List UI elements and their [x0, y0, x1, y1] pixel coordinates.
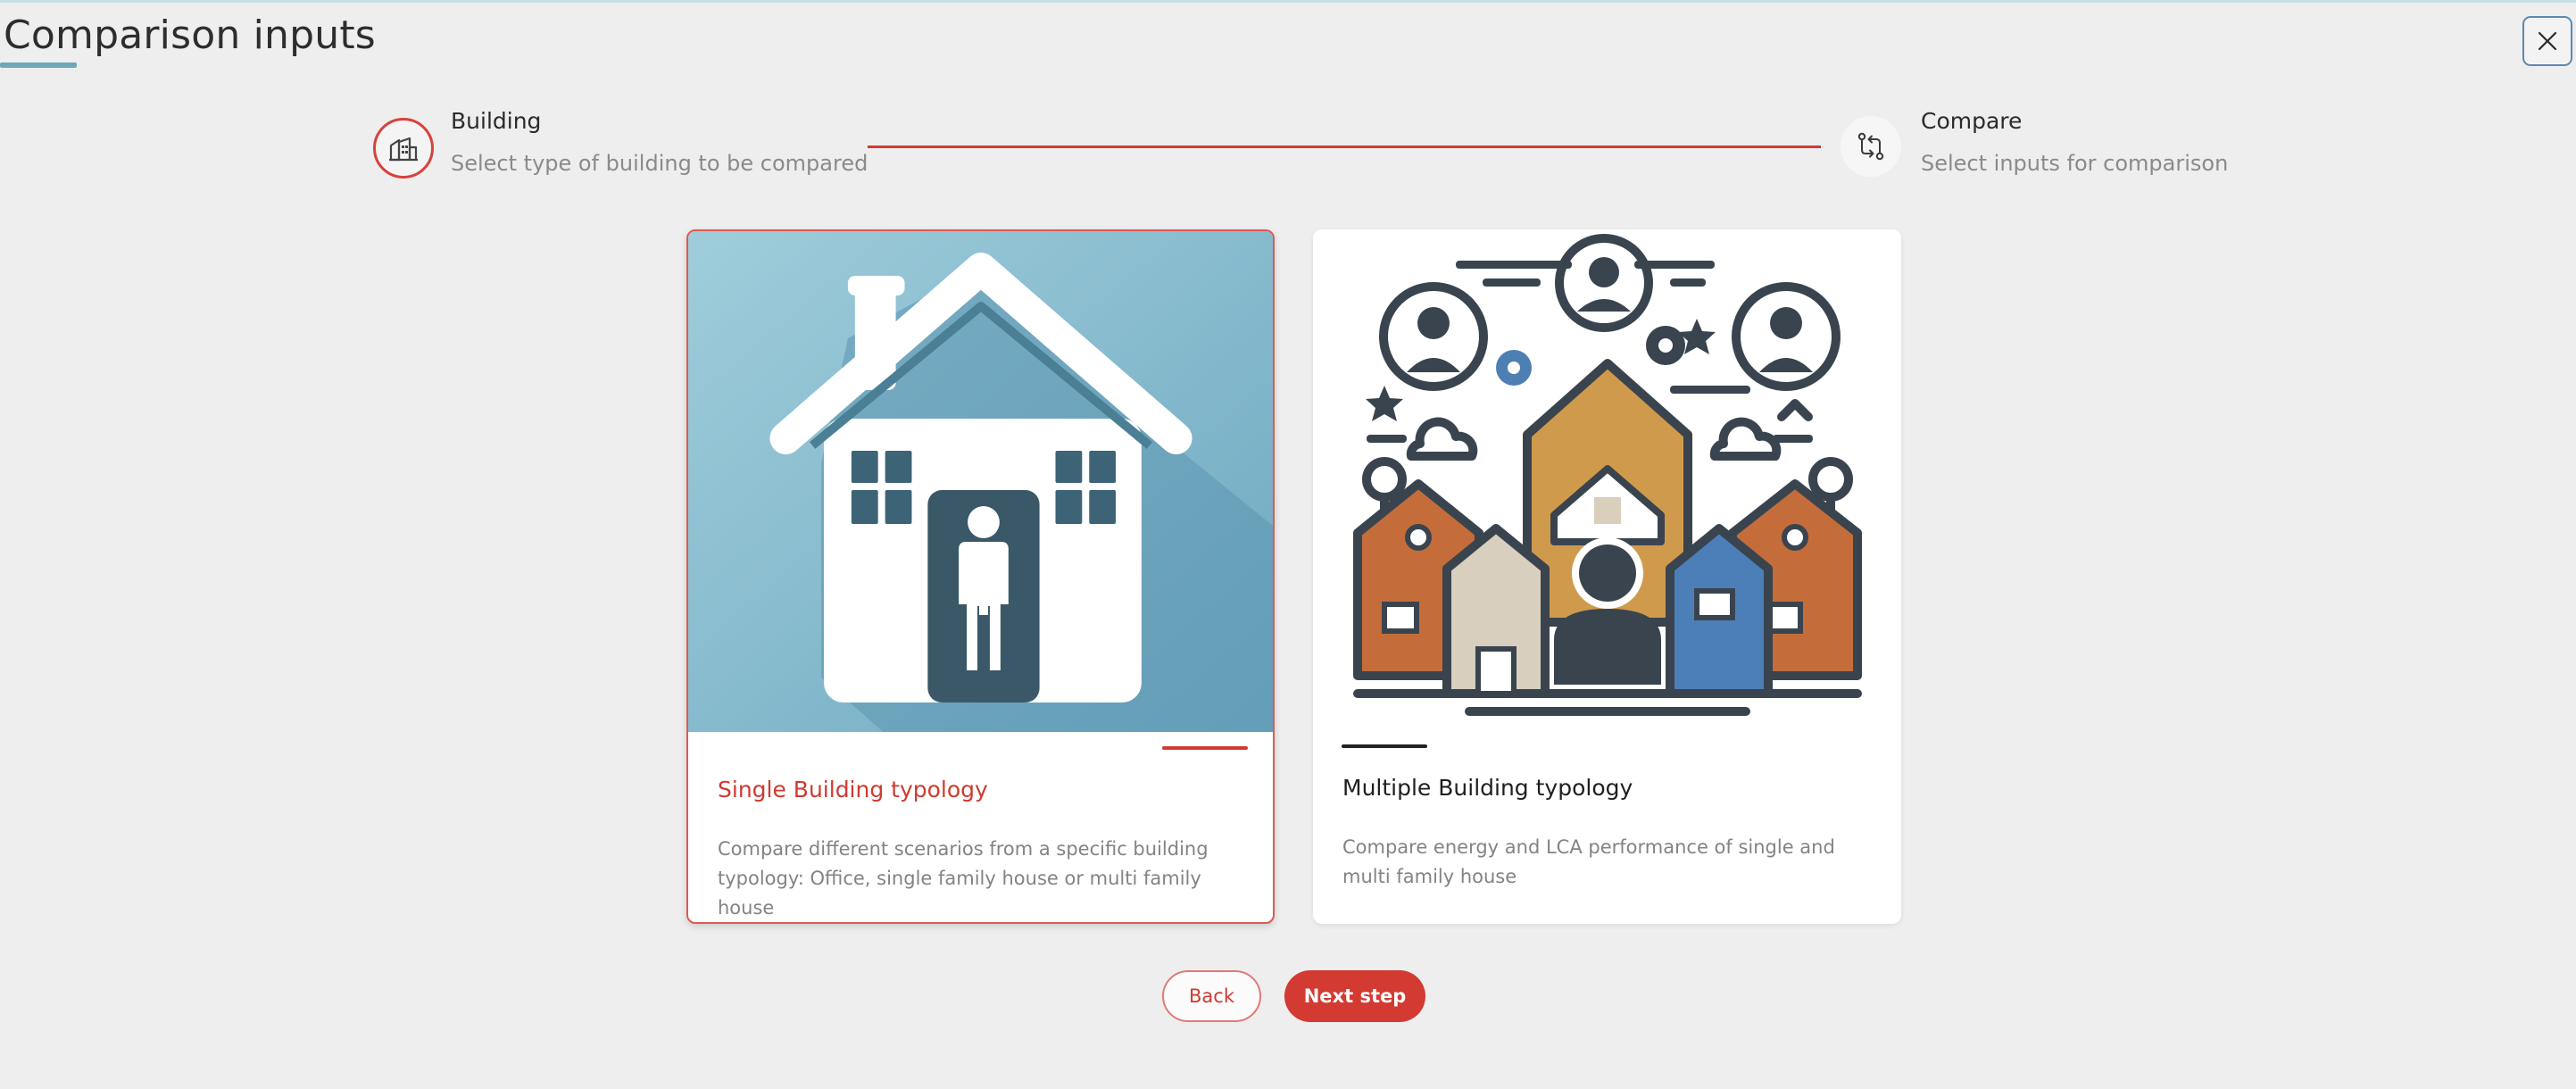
step-building-label: Building [451, 108, 542, 134]
card-title: Single Building typology [718, 777, 988, 802]
back-button[interactable]: Back [1162, 970, 1261, 1022]
step-compare-indicator[interactable] [1841, 116, 1901, 177]
card-accent-line [1162, 746, 1248, 750]
next-step-button[interactable]: Next step [1284, 970, 1425, 1022]
close-button[interactable] [2522, 16, 2572, 66]
page-title: Comparison inputs [4, 12, 376, 58]
close-icon [2538, 31, 2557, 51]
single-house-illustration [688, 231, 1273, 732]
single-building-card[interactable]: Single Building typology Compare differe… [686, 229, 1275, 924]
card-title: Multiple Building typology [1342, 775, 1633, 801]
step-compare-description: Select inputs for comparison [1921, 151, 2229, 176]
card-accent-line [1342, 744, 1427, 748]
step-compare-label: Compare [1921, 108, 2023, 134]
title-underline [0, 62, 77, 68]
multiple-building-card[interactable]: Multiple Building typology Compare energ… [1313, 229, 1901, 924]
step-building-description: Select type of building to be compared [451, 151, 868, 176]
step-building-indicator[interactable] [373, 118, 434, 179]
stepper-connector [868, 145, 1821, 148]
compare-arrows-icon [1857, 132, 1884, 161]
card-description: Compare different scenarios from a speci… [718, 838, 1209, 919]
building-icon [389, 137, 418, 162]
top-border [0, 0, 2576, 3]
card-description: Compare energy and LCA performance of si… [1342, 836, 1835, 887]
multiple-buildings-illustration [1313, 229, 1901, 730]
